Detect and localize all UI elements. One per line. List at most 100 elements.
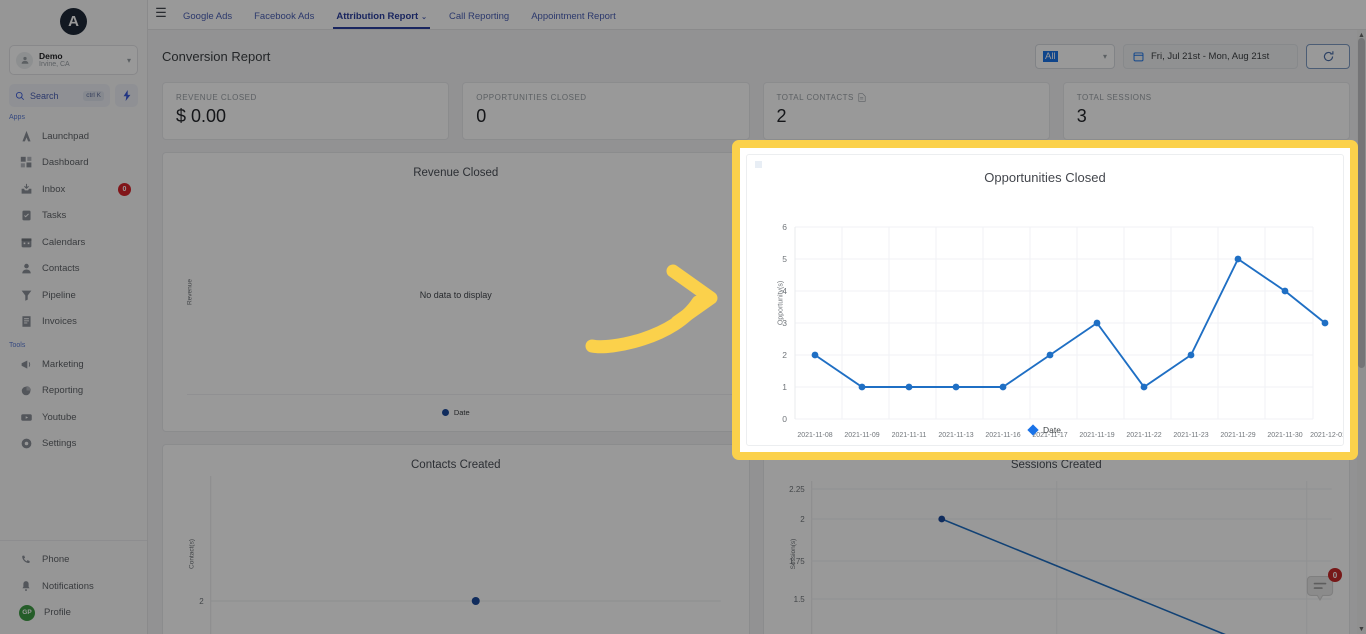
app-logo-icon[interactable]: A [60,7,87,35]
card-opportunities-closed: Opportunities Closed Opportunity(s) 6 5 … [746,154,1344,446]
sidebar-bottom: Phone Notifications GP Profile [0,539,147,634]
location-name: Demo [39,50,63,61]
bell-icon [19,579,33,593]
sidebar-item-label: Launchpad [42,130,90,142]
page-title: Conversion Report [162,48,271,64]
kpi-label-text: TOTAL CONTACTS [776,93,854,102]
card-revenue-closed: Revenue Closed Revenue No data to displa… [162,152,750,432]
sidebar-group-apps-label: Apps [9,114,25,121]
sidebar-item-phone[interactable]: Phone [0,547,147,574]
tab-facebook-ads[interactable]: Facebook Ads [243,11,325,29]
date-range-text: Fri, Jul 21st - Mon, Aug 21st [1151,50,1270,62]
kpi-label: TOTAL SESSIONS [1076,93,1152,102]
receipt-icon [19,315,33,329]
sidebar-item-label: Inbox [42,183,66,195]
sidebar-item-tasks[interactable]: Tasks [0,203,147,230]
contacts-created-plot: 2 [199,476,721,634]
y-axis-label: Opportunity(s) [777,280,785,326]
chat-widget-button[interactable]: 0 [1302,568,1342,608]
sidebar-item-label: Reporting [42,385,84,397]
search-icon [15,91,25,101]
sidebar-item-youtube[interactable]: Youtube [0,404,147,431]
chart-legend[interactable]: Date [163,408,749,417]
kpi-total-sessions: TOTAL SESSIONS 3 [1062,82,1350,140]
sidebar-item-label: Notifications [42,580,94,592]
tab-google-ads[interactable]: Google Ads [172,11,243,29]
vertical-scrollbar[interactable]: ▲ ▼ [1357,30,1366,634]
app-root: A Demo Irvine, CA ▾ Search ctrl K Apps L… [0,0,1366,634]
sidebar-item-calendars[interactable]: Calendars [0,229,147,256]
sidebar-item-profile[interactable]: GP Profile [0,600,147,627]
sidebar-item-contacts[interactable]: Contacts [0,256,147,283]
date-range-picker[interactable]: Fri, Jul 21st - Mon, Aug 21st [1123,43,1298,69]
sidebar-item-invoices[interactable]: Invoices [0,309,147,336]
filter-select[interactable]: All ▾ [1035,43,1115,69]
tab-call-reporting[interactable]: Call Reporting [438,11,520,29]
scroll-down-arrow-icon[interactable]: ▼ [1357,624,1366,634]
sidebar-item-label: Pipeline [42,289,76,301]
kpi-label: OPPORTUNITIES CLOSED [476,93,587,102]
sidebar-item-reporting[interactable]: Reporting [0,378,147,405]
sidebar: A Demo Irvine, CA ▾ Search ctrl K Apps L… [0,0,148,634]
legend-marker-icon [1027,424,1039,436]
kpi-value: 0 [476,106,487,126]
sidebar-item-label: Marketing [42,358,84,370]
sidebar-item-label: Dashboard [42,157,89,169]
tab-attribution-report[interactable]: Attribution Report ⌄ [325,11,438,29]
page-header: Conversion Report All ▾ Fri, Jul 21st - … [148,30,1366,82]
sidebar-group-tools-label: Tools [9,342,26,349]
svg-text:1.5: 1.5 [793,595,805,604]
search-placeholder: Search [30,90,59,101]
megaphone-icon [19,357,33,371]
legend-label: Date [453,408,470,417]
svg-text:2: 2 [782,350,787,360]
refresh-button[interactable] [1306,43,1350,69]
sidebar-item-pipeline[interactable]: Pipeline [0,282,147,309]
grid-icon [19,156,33,170]
top-nav-tabs: ☰ Google Ads Facebook Ads Attribution Re… [148,0,1366,30]
search-input[interactable]: Search ctrl K [9,84,110,107]
tab-appointment-report[interactable]: Appointment Report [520,11,627,29]
chart-legend[interactable]: Date [747,424,1343,436]
sidebar-item-marketing[interactable]: Marketing [0,351,147,378]
kpi-revenue-closed: REVENUE CLOSED $ 0.00 [162,82,450,140]
phone-icon [19,553,33,567]
location-sub: Irvine, CA [39,60,70,68]
card-title: Contacts Created [411,459,501,471]
sidebar-item-label: Youtube [42,411,77,423]
sidebar-item-label: Calendars [42,236,86,248]
card-sessions-created: Sessions Created Session(s) 2.25 2 1.75 [762,444,1350,634]
opportunities-closed-plot: 6 5 4 3 2 1 0 2021-11-08 2021-11-09 2021… [782,222,1343,439]
inbox-badge: 0 [118,182,131,196]
svg-text:5: 5 [782,254,787,264]
location-switcher[interactable]: Demo Irvine, CA ▾ [9,45,138,75]
document-icon [858,93,866,102]
sidebar-item-settings[interactable]: Settings [0,431,147,458]
divider [187,394,735,395]
rocket-icon [19,129,33,143]
youtube-icon [19,410,33,424]
location-avatar-icon [16,51,33,69]
sidebar-item-inbox[interactable]: Inbox 0 [0,176,147,203]
person-icon [19,262,33,276]
scrollbar-thumb[interactable] [1358,38,1365,368]
sidebar-item-dashboard[interactable]: Dashboard [0,150,147,177]
kpi-label: REVENUE CLOSED [176,93,257,102]
tab-label: Attribution Report [336,11,419,22]
sidebar-item-label: Contacts [42,263,80,275]
hamburger-menu-icon[interactable]: ☰ [150,5,172,29]
inbox-icon [19,182,33,196]
quick-actions-button[interactable] [115,84,138,107]
app-logo-row: A [0,0,147,42]
funnel-icon [19,288,33,302]
chevron-down-icon[interactable]: ▾ [127,56,131,65]
sidebar-item-launchpad[interactable]: Launchpad [0,123,147,150]
svg-text:0: 0 [782,414,787,424]
sidebar-item-notifications[interactable]: Notifications [0,573,147,600]
kpi-value: 2 [776,106,787,126]
location-text: Demo Irvine, CA [39,50,121,68]
card-corner-marker [755,161,762,168]
filter-select-value: All [1043,50,1058,62]
sidebar-item-label: Tasks [42,210,67,222]
avatar: GP [19,604,35,621]
